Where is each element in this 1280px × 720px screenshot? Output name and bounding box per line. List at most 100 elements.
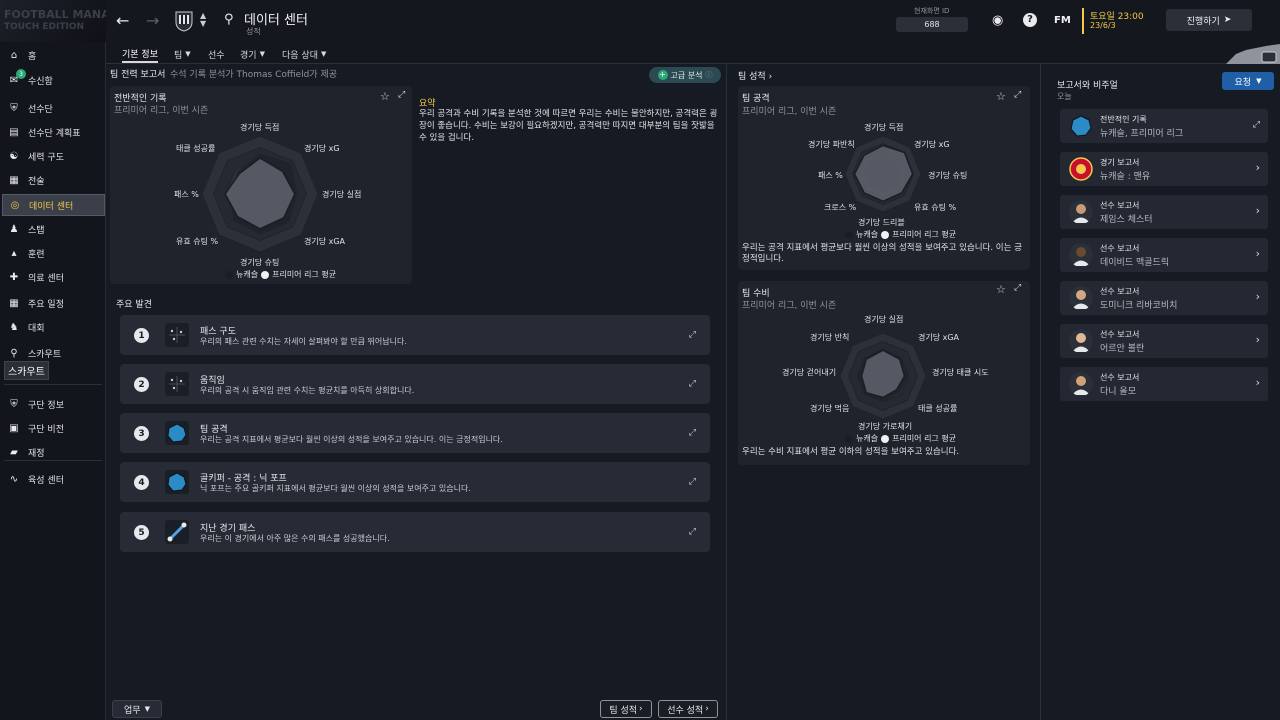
chevron-right-icon[interactable]: › [1256, 204, 1260, 217]
finding-row[interactable]: 5 지난 경기 패스 우리는 이 경기에서 아주 많은 수의 패스를 성공했습니다.… [120, 512, 710, 552]
reports-sub: 오늘 [1057, 92, 1072, 101]
report-item[interactable]: 전반적인 기록 뉴캐슬, 프리미어 리그 ⤢ [1060, 109, 1268, 143]
report-title: 선수 보고서 [1100, 373, 1140, 382]
team-stats-button[interactable]: 팀 성적 › [600, 700, 652, 718]
sidebar-item-home[interactable]: ⌂ 홈 [2, 44, 105, 66]
report-item[interactable]: 선수 보고서 어르안 볼란 › [1060, 324, 1268, 358]
scout-icon: ⚲ [10, 347, 18, 359]
request-button[interactable]: 요청 ▼ [1222, 72, 1274, 90]
report-item[interactable]: 경기 보고서 뉴캐슬 : 맨유 › [1060, 152, 1268, 186]
key-findings-title: 주요 발견 [116, 300, 152, 310]
sidebar-item-training[interactable]: ▴ 훈련 [2, 242, 105, 264]
team-stats-header[interactable]: 팀 성적 › [738, 69, 772, 82]
sidebar-item-dynamics[interactable]: ☯ 세력 구도 [2, 145, 105, 167]
star-icon[interactable]: ☆ [996, 90, 1006, 103]
radar-label: 태클 성공률 [176, 144, 216, 153]
sidebar-item-trophy[interactable]: ♞ 대회 [2, 316, 105, 338]
duties-button[interactable]: 업무 ▼ [112, 700, 162, 718]
tab-overview[interactable]: 기본 정보 [122, 45, 158, 63]
sidebar-item-label: 전술 [28, 176, 45, 187]
expand-icon[interactable]: ⤢ [1014, 283, 1021, 293]
sidebar-item-label: 육성 센터 [28, 475, 64, 486]
sidebar-item-calendar[interactable]: ▦ 주요 일정 [2, 292, 105, 314]
legend-league-label: 프리미어 리그 평균 [892, 434, 957, 443]
date-divider [1082, 8, 1084, 34]
report-item[interactable]: 선수 보고서 다니 올모 › [1060, 367, 1268, 401]
star-icon[interactable]: ☆ [380, 90, 390, 103]
sidebar-item-tactics-board[interactable]: ▦ 전술 [2, 169, 105, 191]
report-sub: 데이비드 맥골드릭 [1100, 258, 1170, 268]
staff-icon: ♟ [9, 223, 19, 235]
report-title: 선수 보고서 [1100, 201, 1140, 210]
star-icon[interactable]: ☆ [996, 283, 1006, 296]
sidebar-item-label: 스카우트 [28, 349, 62, 360]
finding-row[interactable]: 3팀 공격 우리는 공격 지표에서 평균보다 월씬 이상의 성적을 보여주고 있습… [120, 413, 710, 453]
sidebar-item-label: 주요 일정 [28, 299, 64, 310]
sidebar-item-data-center[interactable]: ◎ 데이터 센터 [2, 194, 105, 216]
duties-label: 업무 [124, 705, 141, 716]
calendar-icon: ▦ [9, 297, 19, 309]
club-switch-icon[interactable]: ▲ ▼ [200, 12, 206, 28]
expand-icon[interactable]: ⤢ [689, 527, 696, 537]
tab-team[interactable]: 팀 ▼ [174, 45, 191, 63]
advanced-analysis-button[interactable]: + 고급 분석 ⓘ [649, 67, 721, 83]
radar-label: 경기당 득점 [240, 123, 280, 132]
chevron-right-icon[interactable]: › [1256, 247, 1260, 260]
expand-icon[interactable]: ⤢ [689, 379, 696, 389]
search-icon[interactable]: ⚲ [224, 12, 234, 27]
player-stats-button[interactable]: 선수 성적 › [658, 700, 718, 718]
tab-bar: 기본 정보 팀 ▼ 선수 경기 ▼ 다음 상대 ▼ [106, 42, 1280, 64]
globe-icon[interactable]: ◉ [992, 13, 1003, 28]
attack-radar-icon [165, 421, 189, 445]
fm-menu[interactable]: FM [1054, 15, 1071, 26]
expand-icon[interactable]: ⤢ [689, 330, 696, 340]
tab-matches[interactable]: 경기 ▼ [240, 45, 265, 63]
sidebar-item-development[interactable]: ∿ 육성 센터 [2, 468, 105, 490]
report-item[interactable]: 선수 보고서제임스 체스터 › [1060, 195, 1268, 229]
radar-label: 경기당 드리블 [858, 218, 905, 227]
report-item[interactable]: 선수 보고서데이비드 맥골드릭 › [1060, 238, 1268, 272]
sidebar-item-inbox[interactable]: ✉ 수신함 3 [2, 69, 105, 91]
back-arrow-icon[interactable]: ← [116, 11, 129, 30]
finding-row[interactable]: 2 움직임 우리의 공격 시 움직임 관련 수치는 평균치를 아득히 상회합니다. ⤢ [120, 364, 710, 404]
expand-icon[interactable]: ⤢ [689, 477, 696, 487]
expand-icon[interactable]: ⤢ [1253, 120, 1260, 130]
dynamics-icon: ☯ [9, 150, 19, 162]
chevron-down-icon: ▼ [185, 50, 191, 58]
continue-button[interactable]: 진행하기 ➤ [1166, 9, 1252, 31]
sidebar-item-medical[interactable]: ✚ 의료 센터 [2, 266, 105, 288]
sidebar-item-shirt[interactable]: ⛨ 선수단 [2, 97, 105, 119]
club-crest-icon [1069, 157, 1093, 181]
overall-stats-panel[interactable]: 전반적인 기록 프리미어 리그, 이번 시즌 ☆ ⤢ 경기당 득점 경기당 xG… [110, 86, 412, 284]
report-item[interactable]: 선수 보고서 도미니크 리바코비치 › [1060, 281, 1268, 315]
player-avatar [1069, 286, 1093, 310]
team-attack-panel[interactable]: 팀 공격 프리미어 리그, 이번 시즌 ☆ ⤢ 경기당 득점 경기당 xG 경기… [738, 86, 1030, 270]
legend-team-label: 뉴캐슬 [856, 434, 879, 443]
expand-icon[interactable]: ⤢ [398, 90, 405, 100]
chevron-right-icon[interactable]: › [1256, 161, 1260, 174]
expand-icon[interactable]: ⤢ [689, 428, 696, 438]
report-title: 선수 보고서 [1100, 244, 1140, 253]
radar-label: 경기당 가로채기 [858, 422, 913, 431]
report-sub: 제임스 체스터 [1100, 215, 1153, 225]
finding-row[interactable]: 1 패스 구도 우리의 패스 관련 수치는 자세이 살펴봐야 할 만큼 뛰어납니다.… [120, 315, 710, 355]
sidebar-item-shield[interactable]: ⛨ 구단 정보 [2, 393, 105, 415]
help-icon[interactable]: ? [1023, 13, 1037, 27]
sidebar-item-staff[interactable]: ♟ 스탭 [2, 218, 105, 240]
chevron-right-icon[interactable]: › [1256, 333, 1260, 346]
development-icon: ∿ [9, 473, 19, 485]
chevron-right-icon[interactable]: › [1256, 290, 1260, 303]
sidebar-item-vision[interactable]: ▣ 구단 비전 [2, 417, 105, 439]
forward-arrow-icon[interactable]: → [146, 11, 159, 30]
advanced-analysis-label: 고급 분석 [670, 70, 703, 80]
club-crest-icon[interactable] [174, 10, 194, 32]
finding-row[interactable]: 4 골키퍼 - 공격 : 닉 포프 닉 포프는 주요 골키퍼 지표에서 평균보다 월… [120, 462, 710, 502]
finding-desc: 우리의 공격 시 움직임 관련 수치는 평균치를 아득히 상회합니다. [200, 386, 415, 395]
sidebar-item-clipboard[interactable]: ▤ 선수단 계획표 [2, 121, 105, 143]
defense-radar-chart [839, 332, 927, 420]
chevron-right-icon[interactable]: › [1256, 376, 1260, 389]
team-defense-panel[interactable]: 팀 수비 프리미어 리그, 이번 시즌 ☆ ⤢ 경기당 실점 경기당 xGA 경… [738, 281, 1030, 465]
tab-players[interactable]: 선수 [208, 45, 225, 63]
tab-next-opponent[interactable]: 다음 상대 ▼ [282, 45, 326, 63]
expand-icon[interactable]: ⤢ [1014, 90, 1021, 100]
